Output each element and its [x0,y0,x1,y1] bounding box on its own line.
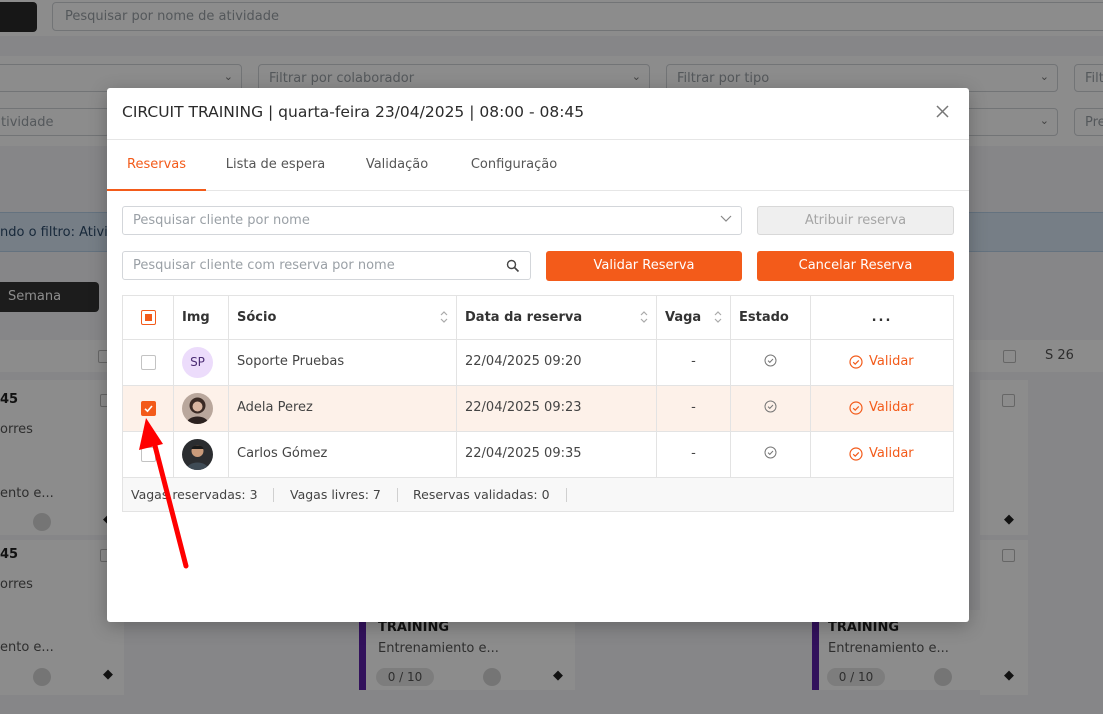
modal-title: CIRCUIT TRAINING | quarta-feira 23/04/20… [122,103,585,121]
modal-tabs: Reservas Lista de espera Validação Confi… [107,140,969,191]
row-action-cell: Validar [811,432,953,478]
client-select-placeholder: Pesquisar cliente por nome [133,213,310,228]
header-data-reserva[interactable]: Data da reserva [457,296,657,339]
select-all-checkbox[interactable] [141,310,156,325]
footer-divider [397,488,398,502]
user-photo-icon [182,439,213,470]
header-label: Vaga [665,310,702,325]
header-label: Data da reserva [465,310,583,325]
table-footer-summary: Vagas reservadas: 3 Vagas livres: 7 Rese… [123,477,953,511]
avatar: SP [182,347,213,378]
validated-reservations-count: Reservas validadas: 0 [413,487,550,502]
header-estado: Estado [731,296,811,339]
status-check-icon [764,354,777,367]
check-circle-icon [849,401,863,415]
reservations-table: Img Sócio Data da reserva Vaga Estado ..… [122,295,954,512]
tab-configuracao[interactable]: Configuração [465,140,563,191]
row-date: 22/04/2025 09:20 [457,340,657,386]
row-vaga: - [657,340,731,386]
footer-divider [566,488,567,502]
avatar [182,393,213,424]
row-select-cell [123,340,174,386]
row-img-cell [174,386,229,432]
chevron-down-icon [720,215,732,222]
header-socio[interactable]: Sócio [229,296,457,339]
header-select-cell [123,296,174,339]
footer-divider [273,488,274,502]
row-name: Carlos Gómez [229,432,457,478]
sort-icon [640,311,648,323]
reserved-search-placeholder: Pesquisar cliente com reserva por nome [133,258,395,273]
assign-reservation-button[interactable]: Atribuir reserva [757,206,954,235]
row-vaga: - [657,432,731,478]
close-button[interactable] [935,102,951,122]
table-row[interactable]: SP Soporte Pruebas 22/04/2025 09:20 - Va… [123,339,953,386]
validate-row-button[interactable]: Validar [849,446,914,461]
tab-validacao[interactable]: Validação [360,140,434,191]
modal-header: CIRCUIT TRAINING | quarta-feira 23/04/20… [107,88,969,140]
sort-icon [440,311,448,323]
reservations-modal: CIRCUIT TRAINING | quarta-feira 23/04/20… [107,88,969,622]
checkmark-icon [144,405,153,413]
row-estado [731,340,811,386]
validate-reservation-button[interactable]: Validar Reserva [546,251,742,281]
close-icon [936,105,949,118]
status-check-icon [764,446,777,459]
row-select-cell [123,432,174,478]
row-date: 22/04/2025 09:23 [457,386,657,432]
table-row[interactable]: Carlos Gómez 22/04/2025 09:35 - Validar [123,431,953,478]
row-vaga: - [657,386,731,432]
row-estado [731,386,811,432]
row-estado [731,432,811,478]
validate-row-button[interactable]: Validar [849,400,914,415]
row-img-cell: SP [174,340,229,386]
row-checkbox[interactable] [141,401,156,416]
reserved-spots-count: Vagas reservadas: 3 [131,487,258,502]
validate-row-button[interactable]: Validar [849,354,914,369]
avatar [182,439,213,470]
header-vaga[interactable]: Vaga [657,296,731,339]
row-name: Soporte Pruebas [229,340,457,386]
row-select-cell [123,386,174,432]
check-circle-icon [849,447,863,461]
header-more-menu[interactable]: ... [811,296,953,339]
sort-icon [714,311,722,323]
status-check-icon [764,400,777,413]
row-img-cell [174,432,229,478]
tab-lista-de-espera[interactable]: Lista de espera [221,140,330,191]
free-spots-count: Vagas livres: 7 [290,487,381,502]
check-circle-icon [849,355,863,369]
header-label: Sócio [237,310,277,325]
tab-reservas[interactable]: Reservas [107,140,206,191]
row-action-cell: Validar [811,386,953,432]
table-row[interactable]: Adela Perez 22/04/2025 09:23 - Validar [123,385,953,432]
row-checkbox[interactable] [141,447,156,462]
search-icon [506,259,520,273]
row-action-cell: Validar [811,340,953,386]
row-name: Adela Perez [229,386,457,432]
reserved-client-search-input[interactable]: Pesquisar cliente com reserva por nome [122,251,531,280]
row-date: 22/04/2025 09:35 [457,432,657,478]
client-search-select[interactable]: Pesquisar cliente por nome [122,206,742,235]
user-photo-icon [182,393,213,424]
header-img: Img [174,296,229,339]
row-checkbox[interactable] [141,355,156,370]
cancel-reservation-button[interactable]: Cancelar Reserva [757,251,954,281]
